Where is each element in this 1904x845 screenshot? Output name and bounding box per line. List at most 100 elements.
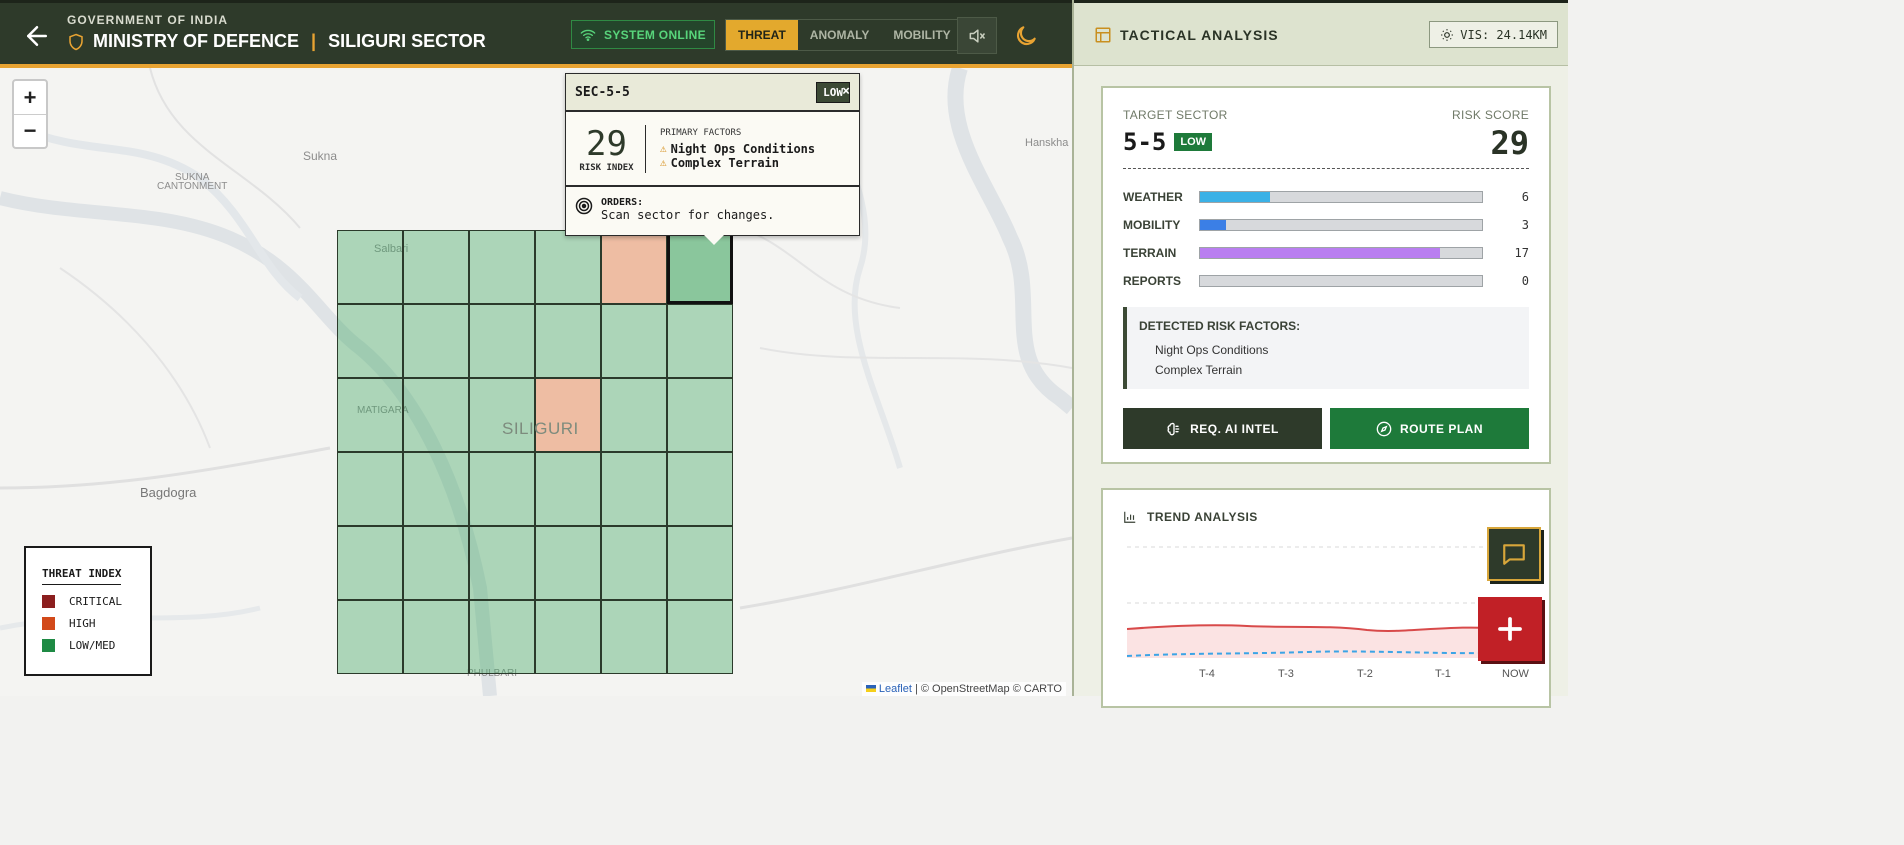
place-label-hanskhali: Hanskha — [1025, 137, 1069, 149]
risk-score-value: 29 — [1490, 124, 1529, 162]
sector-cell[interactable] — [601, 378, 667, 452]
popup-orders: ORDERS: Scan sector for changes. — [566, 187, 859, 235]
title-ministry: MINISTRY OF DEFENCE — [93, 31, 300, 51]
popup-factor-item: ⚠ Night Ops Conditions — [660, 142, 815, 156]
sector-cell[interactable] — [535, 378, 601, 452]
app-root: GOVERNMENT OF INDIA MINISTRY OF DEFENCE … — [0, 0, 1568, 708]
popup-factor-label: Complex Terrain — [670, 155, 779, 170]
sector-cell[interactable] — [403, 452, 469, 526]
legend-swatch-high — [42, 617, 55, 630]
mode-toggle-group: THREAT ANOMALY MOBILITY — [725, 19, 964, 51]
sector-cell[interactable] — [667, 452, 733, 526]
bar-label: WEATHER — [1123, 190, 1183, 204]
popup-factors-title: PRIMARY FACTORS — [660, 127, 742, 138]
trend-chart — [1127, 546, 1527, 658]
gov-label: GOVERNMENT OF INDIA — [67, 13, 229, 27]
bar-track — [1198, 191, 1484, 203]
speaker-muted-icon — [969, 28, 986, 43]
bar-row-weather: WEATHER 6 — [1123, 183, 1529, 211]
mode-mobility-button[interactable]: MOBILITY — [881, 20, 963, 50]
popup-tip — [704, 235, 724, 245]
sector-cell[interactable] — [337, 304, 403, 378]
sector-cell[interactable] — [469, 304, 535, 378]
zoom-in-button[interactable]: + — [14, 81, 46, 114]
sector-cell[interactable] — [403, 600, 469, 674]
chat-button[interactable] — [1487, 527, 1541, 581]
trend-header: TREND ANALYSIS — [1123, 510, 1529, 524]
sector-cell[interactable] — [535, 526, 601, 600]
bar-value: 3 — [1521, 218, 1529, 232]
sector-cell[interactable] — [601, 304, 667, 378]
legend-label-high: HIGH — [69, 617, 96, 630]
bar-row-mobility: MOBILITY 3 — [1123, 211, 1529, 239]
sector-level-badge: LOW — [1174, 133, 1213, 151]
sector-cell[interactable] — [403, 378, 469, 452]
sector-cell[interactable] — [601, 452, 667, 526]
popup-close-button[interactable]: × — [842, 84, 850, 99]
bar-value: 0 — [1521, 274, 1529, 288]
threat-legend: THREAT INDEX CRITICAL HIGH LOW/MED — [24, 546, 152, 676]
back-button[interactable] — [22, 21, 52, 51]
sector-cell[interactable] — [667, 304, 733, 378]
title-sector: SILIGURI SECTOR — [328, 31, 486, 51]
sector-cell[interactable] — [535, 230, 601, 304]
target-sector-label: TARGET SECTOR — [1123, 108, 1228, 122]
sector-cell[interactable] — [469, 600, 535, 674]
legend-swatch-critical — [42, 595, 55, 608]
sector-cell[interactable] — [337, 230, 403, 304]
mode-threat-button[interactable]: THREAT — [726, 20, 798, 50]
bar-value: 17 — [1514, 246, 1529, 260]
popup-risk-block: 29 RISK INDEX — [576, 124, 646, 173]
sector-cell[interactable] — [601, 230, 667, 304]
theme-toggle-button[interactable] — [1013, 23, 1039, 49]
zoom-out-button[interactable]: − — [14, 114, 46, 147]
status-text: SYSTEM ONLINE — [604, 27, 706, 42]
request-ai-intel-label: REQ. AI INTEL — [1190, 421, 1279, 436]
trend-x-label: T-4 — [1199, 668, 1215, 680]
brain-icon — [1167, 422, 1180, 435]
sector-cell[interactable] — [337, 452, 403, 526]
trend-area — [1127, 625, 1507, 658]
sector-cell[interactable] — [469, 230, 535, 304]
bar-value: 6 — [1521, 190, 1529, 204]
request-ai-intel-button[interactable]: REQ. AI INTEL — [1123, 408, 1322, 449]
visibility-text: VIS: 24.14KM — [1460, 27, 1547, 42]
trend-x-label: NOW — [1502, 668, 1529, 680]
sector-cell[interactable] — [403, 230, 469, 304]
sector-cell[interactable] — [667, 378, 733, 452]
add-button[interactable] — [1478, 597, 1542, 661]
leaflet-link[interactable]: Leaflet — [879, 683, 912, 695]
sector-cell[interactable] — [469, 452, 535, 526]
sector-cell[interactable] — [601, 526, 667, 600]
sector-cell[interactable] — [535, 452, 601, 526]
legend-label-critical: CRITICAL — [69, 595, 122, 608]
risk-score-label: RISK SCORE — [1451, 108, 1529, 122]
mode-anomaly-button[interactable]: ANOMALY — [797, 20, 882, 50]
bar-track — [1198, 275, 1484, 287]
sector-cell[interactable] — [469, 378, 535, 452]
sector-cell[interactable] — [667, 526, 733, 600]
sector-cell[interactable] — [535, 304, 601, 378]
sector-cell[interactable] — [403, 304, 469, 378]
sector-cell[interactable] — [601, 600, 667, 674]
sector-cell[interactable] — [337, 526, 403, 600]
panel-header: TACTICAL ANALYSIS VIS: 24.14KM — [1074, 0, 1568, 66]
sector-cell[interactable] — [469, 526, 535, 600]
title-separator: | — [311, 31, 317, 51]
sector-cell[interactable] — [667, 600, 733, 674]
sector-cell[interactable] — [337, 378, 403, 452]
zoom-control: + − — [12, 79, 48, 149]
place-label-siliguri: SILIGURI — [502, 419, 579, 438]
trend-title: TREND ANALYSIS — [1147, 510, 1258, 524]
arrow-left-icon — [27, 26, 47, 46]
route-plan-button[interactable]: ROUTE PLAN — [1330, 408, 1529, 449]
wifi-icon — [580, 29, 596, 41]
sector-analysis-card: TARGET SECTOR 5-5 LOW RISK SCORE 29 WEAT… — [1101, 86, 1551, 464]
sector-cell[interactable] — [337, 600, 403, 674]
visibility-readout: VIS: 24.14KM — [1429, 21, 1558, 48]
mute-button[interactable] — [957, 17, 997, 54]
legend-item-lowmed: LOW/MED — [42, 639, 134, 652]
sector-cell[interactable] — [535, 600, 601, 674]
map-view[interactable]: + − Sukna SUKNA CANTONMENT Salbari MATIG… — [0, 68, 1072, 696]
sector-cell[interactable] — [403, 526, 469, 600]
